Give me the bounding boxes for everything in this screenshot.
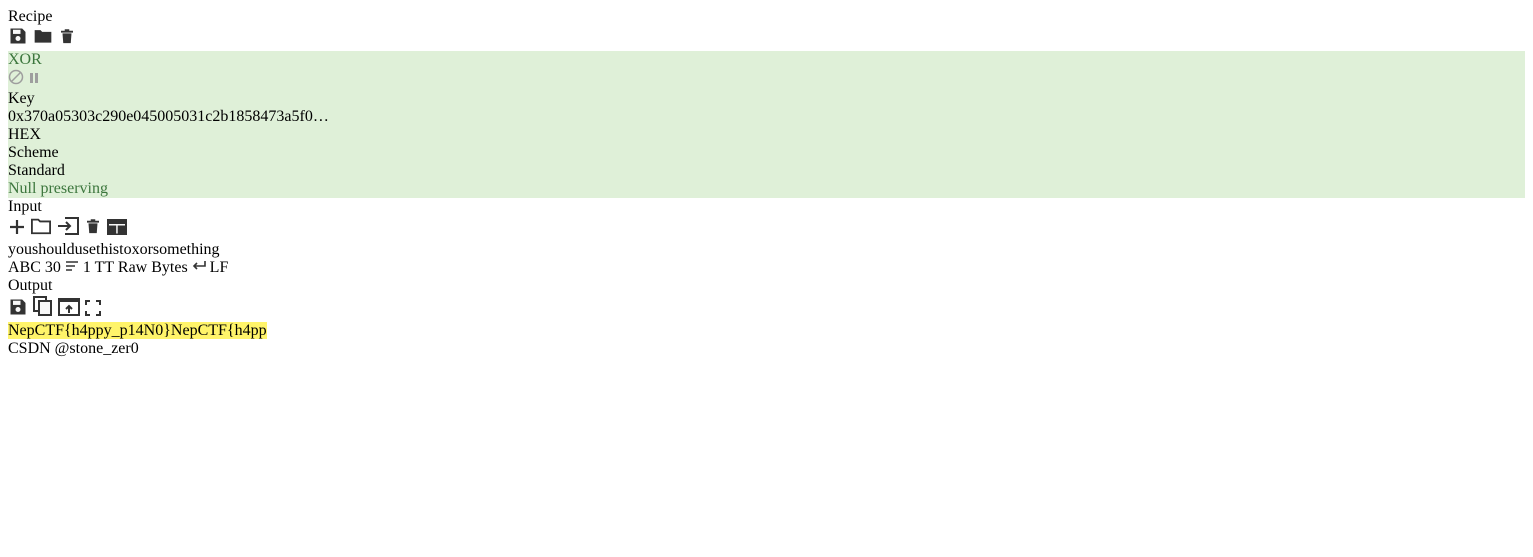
save-icon — [10, 28, 26, 44]
pause-icon — [30, 73, 38, 83]
line-count-value: 1 — [82, 259, 91, 276]
copy-output-button[interactable] — [32, 296, 58, 321]
encoding-selector[interactable]: TT Raw Bytes — [95, 259, 192, 276]
file-input-icon — [58, 217, 79, 235]
fullscreen-icon — [85, 300, 101, 316]
scheme-field[interactable]: Scheme Standard — [8, 144, 1525, 180]
key-field[interactable]: Key 0x370a05303c290e045005031c2b1858473a… — [8, 90, 1525, 126]
input-textarea[interactable]: youshouldusethistoxorsomething — [8, 241, 1525, 259]
pause-operation-button[interactable] — [28, 72, 40, 89]
eol-value: LF — [209, 259, 229, 276]
key-format-dropdown[interactable]: HEX — [8, 126, 1525, 144]
watermark: CSDN @stone_zer0 — [8, 340, 139, 357]
app: Recipe XOR Key 0x370a05303c290e045005031… — [8, 8, 1525, 358]
encoding-value: Raw Bytes — [117, 259, 188, 276]
eol-selector[interactable]: LF — [192, 259, 229, 276]
char-count-stat: ABC 30 — [8, 259, 65, 276]
disable-icon — [8, 69, 24, 85]
output-header: Output — [8, 277, 1525, 322]
null-preserving-label: Null preserving — [8, 180, 108, 197]
key-format-value: HEX — [8, 126, 41, 143]
open-folder-button[interactable] — [30, 218, 56, 240]
input-toolbar — [8, 216, 1525, 241]
recipe-header: Recipe — [8, 8, 1525, 51]
input-status-bar: ABC 30 1 TT Raw Bytes LF — [8, 259, 1525, 277]
disable-operation-button[interactable] — [8, 69, 28, 89]
recipe-title: Recipe — [8, 8, 53, 25]
save-icon — [10, 299, 26, 315]
return-arrow-icon — [192, 261, 206, 270]
xor-operation[interactable]: XOR Key 0x370a05303c290e045005031c2b1858… — [8, 51, 1525, 198]
input-title: Input — [8, 198, 42, 215]
input-pane: Input youshouldusethistoxorsomething ABC… — [8, 198, 1525, 277]
operation-controls — [8, 69, 1525, 90]
add-tab-button[interactable] — [8, 220, 30, 240]
output-textarea[interactable]: NepCTF{h4ppy_p14N0}NepCTF{h4pp — [8, 322, 1525, 340]
null-preserving-option[interactable]: Null preserving — [8, 180, 1525, 198]
lines-icon — [65, 261, 78, 271]
recipe-toolbar — [8, 26, 1525, 51]
save-recipe-button[interactable] — [8, 28, 32, 50]
maximise-output-button[interactable] — [84, 300, 102, 321]
output-title: Output — [8, 277, 53, 294]
key-input[interactable]: 0x370a05303c290e045005031c2b1858473a5f0… — [8, 108, 1525, 126]
line-count-stat: 1 — [65, 259, 95, 276]
output-pane: Output NepCTF{h4ppy_p14N0}NepCTF{h4pp — [8, 277, 1525, 340]
abc-icon: ABC — [8, 259, 41, 276]
char-count-value: 30 — [44, 259, 61, 276]
output-text: NepCTF{h4ppy_p14N0}NepCTF{h4pp — [8, 322, 267, 339]
operation-name: XOR — [8, 51, 42, 68]
open-file-button[interactable] — [56, 217, 84, 240]
clear-input-button[interactable] — [84, 219, 106, 240]
folder-icon — [34, 30, 52, 43]
output-toolbar — [8, 295, 1525, 322]
scheme-label: Scheme — [8, 144, 59, 161]
clear-recipe-button[interactable] — [58, 29, 76, 50]
copy-icon — [33, 296, 52, 316]
replace-input-button[interactable] — [58, 298, 84, 321]
load-recipe-button[interactable] — [32, 30, 58, 50]
input-text: youshouldusethistoxorsomething — [8, 241, 220, 258]
recipe-pane: Recipe XOR Key 0x370a05303c290e045005031… — [8, 8, 1525, 198]
text-encoding-icon: TT — [94, 259, 114, 276]
trash-icon — [87, 219, 99, 234]
key-label: Key — [8, 90, 35, 107]
plus-icon — [10, 220, 24, 234]
move-to-input-icon — [58, 298, 80, 316]
input-header: Input — [8, 198, 1525, 241]
trash-icon — [61, 29, 73, 44]
folder-open-icon — [31, 218, 51, 235]
layout-icon — [107, 219, 127, 235]
save-output-button[interactable] — [8, 299, 32, 321]
reset-layout-button[interactable] — [106, 219, 128, 240]
scheme-select[interactable]: Standard — [8, 162, 1525, 180]
